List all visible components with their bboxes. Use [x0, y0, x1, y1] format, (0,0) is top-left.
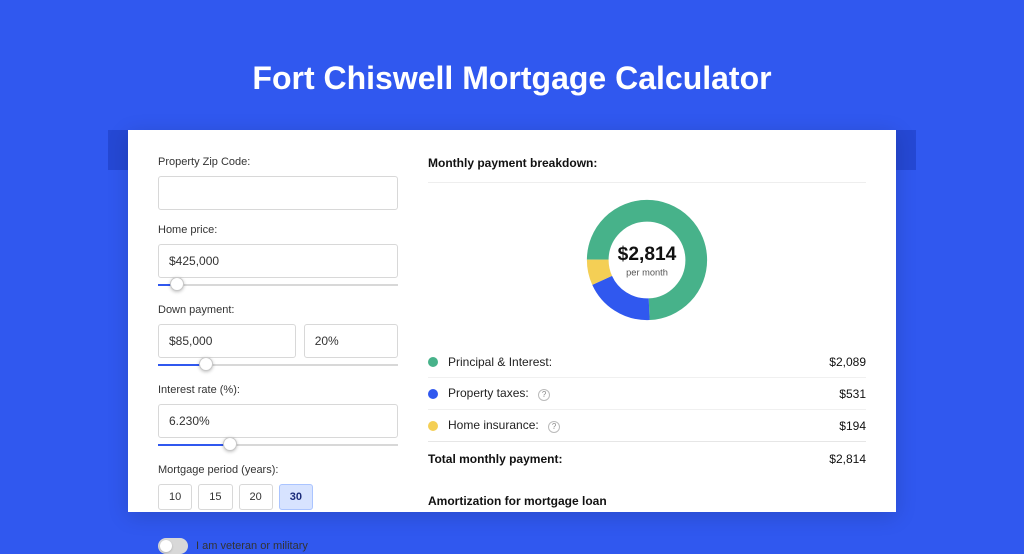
home-price-label: Home price: — [158, 224, 398, 236]
svg-text:$2,814: $2,814 — [618, 244, 677, 265]
info-icon[interactable]: ? — [538, 389, 550, 401]
zip-input[interactable] — [158, 176, 398, 210]
period-segmented: 10 15 20 30 — [158, 484, 398, 510]
interest-slider[interactable] — [158, 440, 398, 450]
zip-group: Property Zip Code: — [158, 156, 398, 210]
breakdown-legend: Principal & Interest: $2,089 Property ta… — [428, 347, 866, 476]
svg-text:per month: per month — [626, 267, 668, 277]
calculator-card: Property Zip Code: Home price: Down paym… — [128, 130, 896, 512]
legend-label: Home insurance: ? — [448, 418, 839, 433]
veteran-row: I am veteran or military — [158, 538, 398, 554]
interest-input[interactable] — [158, 404, 398, 438]
period-option-10[interactable]: 10 — [158, 484, 192, 510]
period-option-20[interactable]: 20 — [239, 484, 273, 510]
legend-row-principal: Principal & Interest: $2,089 — [428, 347, 866, 377]
home-price-group: Home price: — [158, 224, 398, 290]
legend-label: Property taxes: ? — [448, 386, 839, 401]
period-option-30[interactable]: 30 — [279, 484, 313, 510]
down-payment-slider[interactable] — [158, 360, 398, 370]
page-title: Fort Chiswell Mortgage Calculator — [0, 0, 1024, 127]
legend-value: $2,089 — [829, 355, 866, 369]
dot-icon — [428, 357, 438, 367]
legend-value: $194 — [839, 419, 866, 433]
interest-label: Interest rate (%): — [158, 384, 398, 396]
info-icon[interactable]: ? — [548, 421, 560, 433]
down-payment-group: Down payment: — [158, 304, 398, 370]
breakdown-title: Monthly payment breakdown: — [428, 156, 866, 183]
down-payment-amount-input[interactable] — [158, 324, 296, 358]
period-label: Mortgage period (years): — [158, 464, 398, 476]
legend-value: $531 — [839, 387, 866, 401]
amortization-section: Amortization for mortgage loan Amortizat… — [428, 494, 866, 512]
form-panel: Property Zip Code: Home price: Down paym… — [158, 156, 398, 512]
amortization-title: Amortization for mortgage loan — [428, 494, 866, 512]
donut-chart: $2,814 per month — [428, 195, 866, 325]
interest-group: Interest rate (%): — [158, 384, 398, 450]
zip-label: Property Zip Code: — [158, 156, 398, 168]
period-option-15[interactable]: 15 — [198, 484, 232, 510]
down-payment-label: Down payment: — [158, 304, 398, 316]
breakdown-panel: Monthly payment breakdown: $2,814 per mo… — [428, 156, 866, 512]
dot-icon — [428, 421, 438, 431]
down-payment-percent-input[interactable] — [304, 324, 398, 358]
legend-row-taxes: Property taxes: ? $531 — [428, 377, 866, 409]
legend-row-insurance: Home insurance: ? $194 — [428, 409, 866, 441]
legend-label: Principal & Interest: — [448, 355, 829, 369]
home-price-input[interactable] — [158, 244, 398, 278]
total-label: Total monthly payment: — [428, 452, 829, 466]
veteran-toggle[interactable] — [158, 538, 188, 554]
home-price-slider[interactable] — [158, 280, 398, 290]
veteran-label: I am veteran or military — [196, 540, 308, 552]
legend-row-total: Total monthly payment: $2,814 — [428, 441, 866, 476]
total-value: $2,814 — [829, 452, 866, 466]
period-group: Mortgage period (years): 10 15 20 30 — [158, 464, 398, 510]
dot-icon — [428, 389, 438, 399]
